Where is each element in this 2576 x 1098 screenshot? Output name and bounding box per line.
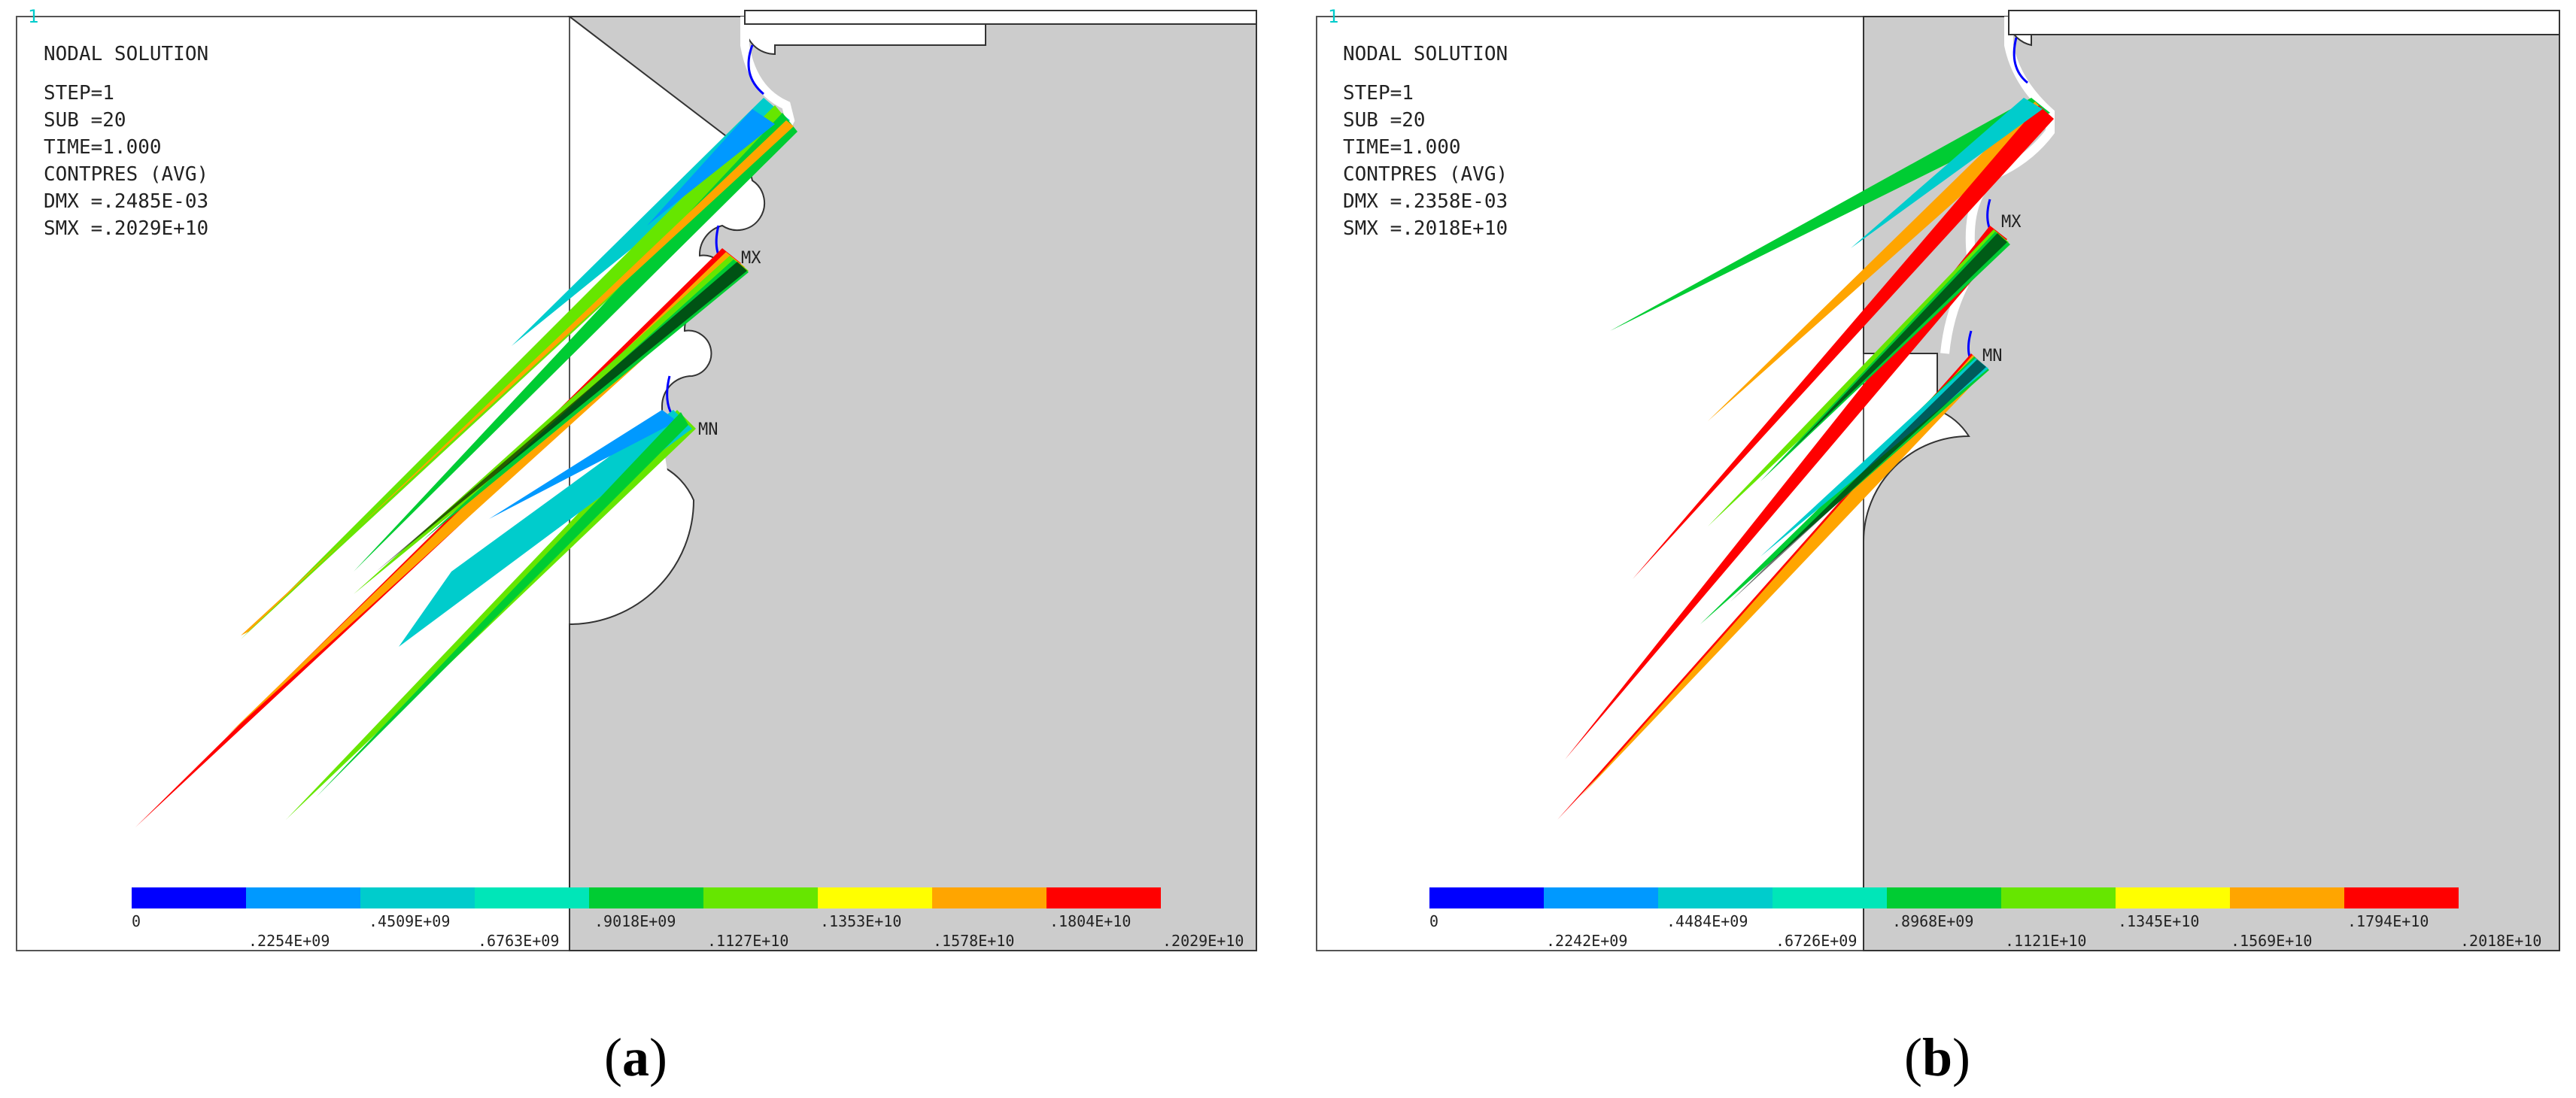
legend-tick-bottom: .6763E+09: [478, 932, 559, 950]
panel-a: 1 NODAL SOLUTION STEP=1 SUB =20 TIME=1.0…: [0, 0, 1271, 970]
legend-tick-top: .9018E+09: [594, 912, 676, 930]
info-sub: SUB =20: [1343, 109, 1426, 132]
caption-close: ): [1952, 1027, 1970, 1087]
caption-open: (: [604, 1027, 622, 1087]
caption-letter: b: [1921, 1027, 1953, 1087]
legend-tick-top: .4509E+09: [369, 912, 450, 930]
info-dmx: DMX =.2485E-03: [44, 190, 208, 213]
info-step: STEP=1: [44, 82, 114, 105]
legend-swatch: [475, 887, 589, 908]
info-quantity: CONTPRES (AVG): [1343, 163, 1508, 186]
legend-swatch: [360, 887, 475, 908]
fea-contour-plot-b: 1 NODAL SOLUTION STEP=1 SUB =20 TIME=1.0…: [1316, 6, 2560, 951]
legend-swatch: [132, 887, 246, 908]
legend-swatch: [1887, 887, 2001, 908]
legend-tick-top: .1345E+10: [2118, 912, 2199, 930]
info-title: NODAL SOLUTION: [44, 43, 208, 65]
legend-swatch: [818, 887, 932, 908]
max-label: MX: [741, 249, 761, 268]
legend-swatch: [1544, 887, 1658, 908]
legend-tick-top: 0: [1429, 912, 1438, 930]
info-time: TIME=1.000: [44, 136, 162, 159]
top-slot: [2008, 10, 2560, 35]
caption-close: ): [649, 1027, 667, 1087]
legend-tick-bottom: .1578E+10: [933, 932, 1014, 950]
caption-open: (: [1903, 1027, 1922, 1087]
legend-tick-top: .1794E+10: [2347, 912, 2429, 930]
legend-swatch: [932, 887, 1046, 908]
legend-tick-bottom: .1121E+10: [2005, 932, 2086, 950]
legend-swatch: [1773, 887, 1887, 908]
legend-swatch: [2116, 887, 2230, 908]
fea-contour-plot-a: 1 NODAL SOLUTION STEP=1 SUB =20 TIME=1.0…: [16, 6, 1257, 951]
min-label: MN: [698, 420, 718, 439]
info-time: TIME=1.000: [1343, 136, 1461, 159]
legend-swatch: [2230, 887, 2344, 908]
legend-tick-bottom: .1569E+10: [2231, 932, 2312, 950]
info-sub: SUB =20: [44, 109, 126, 132]
info-dmx: DMX =.2358E-03: [1343, 190, 1508, 213]
legend-swatch: [703, 887, 818, 908]
legend-tick-top: .1804E+10: [1050, 912, 1131, 930]
info-step: STEP=1: [1343, 82, 1414, 105]
min-label: MN: [1982, 347, 2003, 365]
legend-swatch: [1658, 887, 1773, 908]
legend-tick-bottom: .2029E+10: [1162, 932, 1244, 950]
legend-tick-bottom: .1127E+10: [707, 932, 788, 950]
caption-letter: a: [622, 1027, 649, 1087]
legend-swatch: [2344, 887, 2459, 908]
info-smx: SMX =.2029E+10: [44, 217, 208, 240]
top-slot: [744, 10, 1257, 25]
legend-swatch: [2001, 887, 2116, 908]
max-label: MX: [2001, 213, 2022, 232]
corner-mark: 1: [1328, 6, 1338, 27]
legend-swatch: [1046, 887, 1161, 908]
caption-a: (a): [560, 1027, 711, 1089]
legend-tick-bottom: .2018E+10: [2460, 932, 2541, 950]
info-title: NODAL SOLUTION: [1343, 43, 1508, 65]
legend-tick-bottom: .6726E+09: [1776, 932, 1857, 950]
legend-swatch: [246, 887, 360, 908]
grey-body: [567, 16, 1257, 951]
legend-tick-top: .8968E+09: [1892, 912, 1973, 930]
legend-swatch: [589, 887, 703, 908]
caption-b: (b): [1862, 1027, 2012, 1089]
info-quantity: CONTPRES (AVG): [44, 163, 208, 186]
legend-tick-top: .4484E+09: [1666, 912, 1748, 930]
legend-tick-top: 0: [132, 912, 141, 930]
legend-tick-bottom: .2254E+09: [248, 932, 330, 950]
panel-b: 1 NODAL SOLUTION STEP=1 SUB =20 TIME=1.0…: [1309, 0, 2576, 970]
corner-mark: 1: [28, 6, 38, 27]
legend-tick-bottom: .2242E+09: [1546, 932, 1627, 950]
info-smx: SMX =.2018E+10: [1343, 217, 1508, 240]
legend-swatch: [1429, 887, 1544, 908]
legend-tick-top: .1353E+10: [820, 912, 901, 930]
